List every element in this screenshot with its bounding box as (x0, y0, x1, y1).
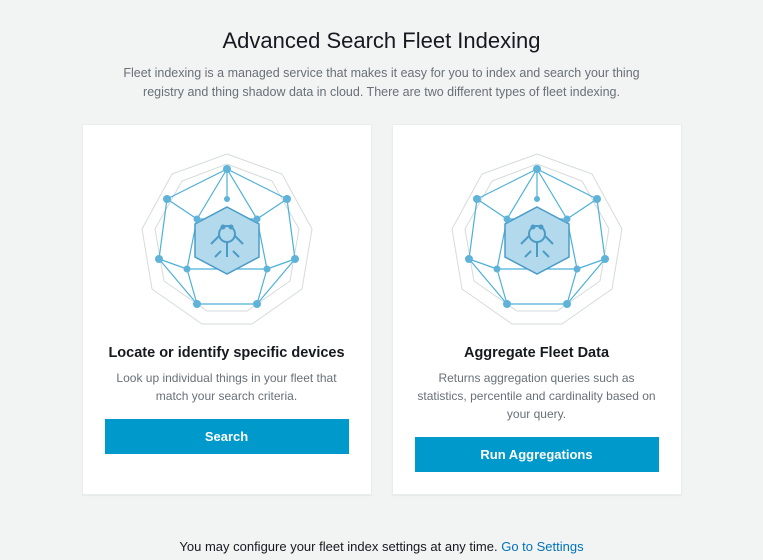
card-search-title: Locate or identify specific devices (108, 345, 344, 361)
search-button[interactable]: Search (105, 419, 349, 454)
footer: You may configure your fleet index setti… (40, 539, 723, 554)
card-aggregate-title: Aggregate Fleet Data (464, 345, 609, 361)
page-subtitle: Fleet indexing is a managed service that… (102, 64, 662, 102)
card-search: Locate or identify specific devices Look… (82, 124, 372, 495)
cards-row: Locate or identify specific devices Look… (40, 124, 723, 495)
page-header: Advanced Search Fleet Indexing Fleet ind… (40, 28, 723, 102)
run-aggregations-button[interactable]: Run Aggregations (415, 437, 659, 472)
page-container: Advanced Search Fleet Indexing Fleet ind… (0, 0, 763, 554)
card-aggregate: Aggregate Fleet Data Returns aggregation… (392, 124, 682, 495)
go-to-settings-link[interactable]: Go to Settings (501, 539, 583, 554)
card-aggregate-desc: Returns aggregation queries such as stat… (415, 369, 659, 423)
fleet-network-icon (437, 139, 637, 339)
fleet-network-icon (127, 139, 327, 339)
footer-text: You may configure your fleet index setti… (179, 539, 501, 554)
card-search-desc: Look up individual things in your fleet … (105, 369, 349, 405)
page-title: Advanced Search Fleet Indexing (40, 28, 723, 54)
